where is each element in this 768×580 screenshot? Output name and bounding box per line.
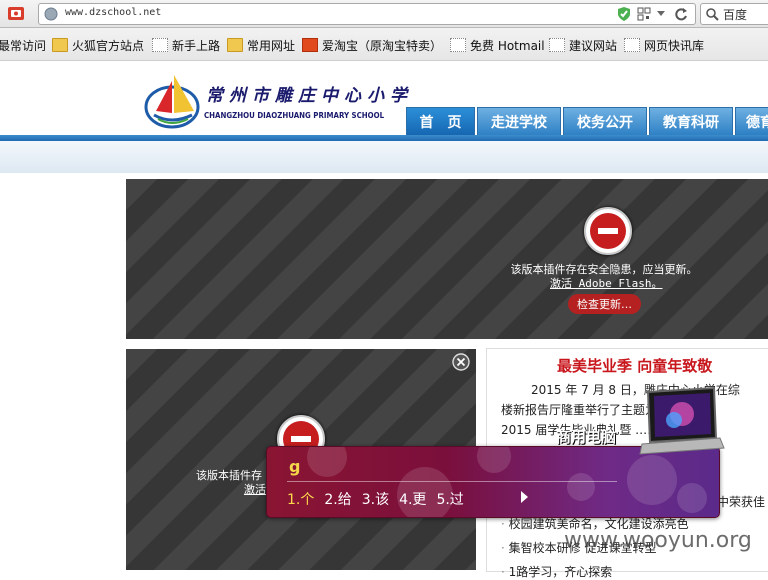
bookmark-web-slice-gallery[interactable]: 网页快讯库 (624, 36, 704, 54)
ime-candidate[interactable]: 1.个 (287, 489, 314, 509)
laptop-ad-icon[interactable] (636, 386, 726, 456)
search-engine-label: 百度 (723, 8, 748, 22)
nav-tab-about-school[interactable]: 走进学校 (477, 107, 561, 136)
page-icon (549, 38, 565, 52)
school-name-en: CHANGZHOU DIAOZHUANG PRIMARY SCHOOL (204, 111, 385, 120)
nav-tab-education-research[interactable]: 教育科研 (649, 107, 733, 136)
bullet-icon: · (501, 565, 505, 579)
ime-candidate[interactable]: 4.更 (399, 489, 426, 509)
bullet-icon: · (501, 517, 505, 531)
reload-icon[interactable] (674, 7, 688, 21)
shield-icon[interactable] (617, 6, 631, 22)
bookmarks-toolbar: 最常访问 火狐官方站点 新手上路 常用网址 爱淘宝（原淘宝特卖） 免费 Hotm… (0, 28, 768, 61)
ime-candidate[interactable]: 3.该 (362, 489, 389, 509)
flash-plugin-placeholder[interactable]: 该版本插件存在安全隐患，应当更新。 激活 Adobe Flash。 检查更新… (126, 179, 768, 339)
news-headline[interactable]: 最美毕业季 向童年致敬 (557, 355, 712, 376)
dropdown-icon[interactable] (656, 10, 666, 18)
watermark: www.wooyun.org (564, 528, 752, 553)
school-logo[interactable]: 常州市雕庄中心小学 CHANGZHOU DIAOZHUANG PRIMARY S… (126, 67, 407, 133)
site-header: 常州市雕庄中心小学 CHANGZHOU DIAOZHUANG PRIMARY S… (0, 61, 768, 173)
bookmark-taobao[interactable]: 爱淘宝（原淘宝特卖） (302, 36, 442, 54)
news-list-item[interactable]: · 1路学习，齐心探索 (501, 563, 612, 580)
school-name-cn: 常州市雕庄中心小学 (206, 86, 413, 106)
nav-tab-school-affairs[interactable]: 校务公开 (563, 107, 647, 136)
ime-candidate-list: 1.个 2.给 3.该 4.更 5.过 (287, 489, 464, 509)
activate-flash-link-partial[interactable]: 激活 (244, 481, 266, 497)
qrcode-icon[interactable] (637, 7, 651, 21)
bookmark-common-sites[interactable]: 常用网址 (227, 36, 295, 54)
search-box[interactable]: 百度 (700, 3, 768, 25)
ime-candidate-window[interactable]: g 1.个 2.给 3.该 4.更 5.过 (266, 446, 720, 518)
address-bar[interactable]: www.dzschool.net (38, 3, 696, 25)
taobao-icon (302, 38, 318, 52)
folder-icon (52, 38, 68, 52)
school-emblem-icon (144, 75, 200, 129)
blocked-plugin-icon (584, 207, 632, 255)
bookmark-hotmail[interactable]: 免费 Hotmail (450, 36, 545, 54)
news-list-item[interactable]: 中荣获佳 (717, 493, 765, 510)
ime-input-text: g (289, 457, 301, 476)
close-icon[interactable] (452, 353, 470, 371)
next-page-arrow-icon[interactable] (521, 491, 528, 503)
url-text: www.dzschool.net (65, 7, 162, 18)
ime-candidate[interactable]: 2.给 (324, 489, 351, 509)
nav-tab-home[interactable]: 首 页 (406, 107, 475, 136)
activate-flash-link[interactable]: 激活 Adobe Flash。 (550, 275, 662, 291)
ad-label-commercial-pc: 商用电脑 (556, 428, 617, 446)
bookmark-suggested-sites[interactable]: 建议网站 (549, 36, 617, 54)
bookmark-firefox-sites[interactable]: 火狐官方站点 (52, 36, 144, 54)
globe-icon (44, 7, 58, 21)
folder-icon (227, 38, 243, 52)
page-icon (450, 38, 466, 52)
ime-candidate[interactable]: 5.过 (436, 489, 463, 509)
home-icon[interactable] (6, 4, 26, 22)
sub-nav-bar (0, 141, 768, 173)
check-updates-button[interactable]: 检查更新… (568, 294, 641, 314)
search-icon (706, 8, 719, 21)
bullet-icon: · (501, 541, 505, 555)
bookmark-getting-started[interactable]: 新手上路 (152, 36, 220, 54)
page-icon (152, 38, 168, 52)
page-icon (624, 38, 640, 52)
nav-tab-moral-education[interactable]: 德育 (735, 107, 768, 135)
ime-divider (287, 481, 617, 482)
browser-toolbar: www.dzschool.net 百度 (0, 0, 768, 28)
bookmark-most-visited[interactable]: 最常访问 (0, 36, 46, 54)
